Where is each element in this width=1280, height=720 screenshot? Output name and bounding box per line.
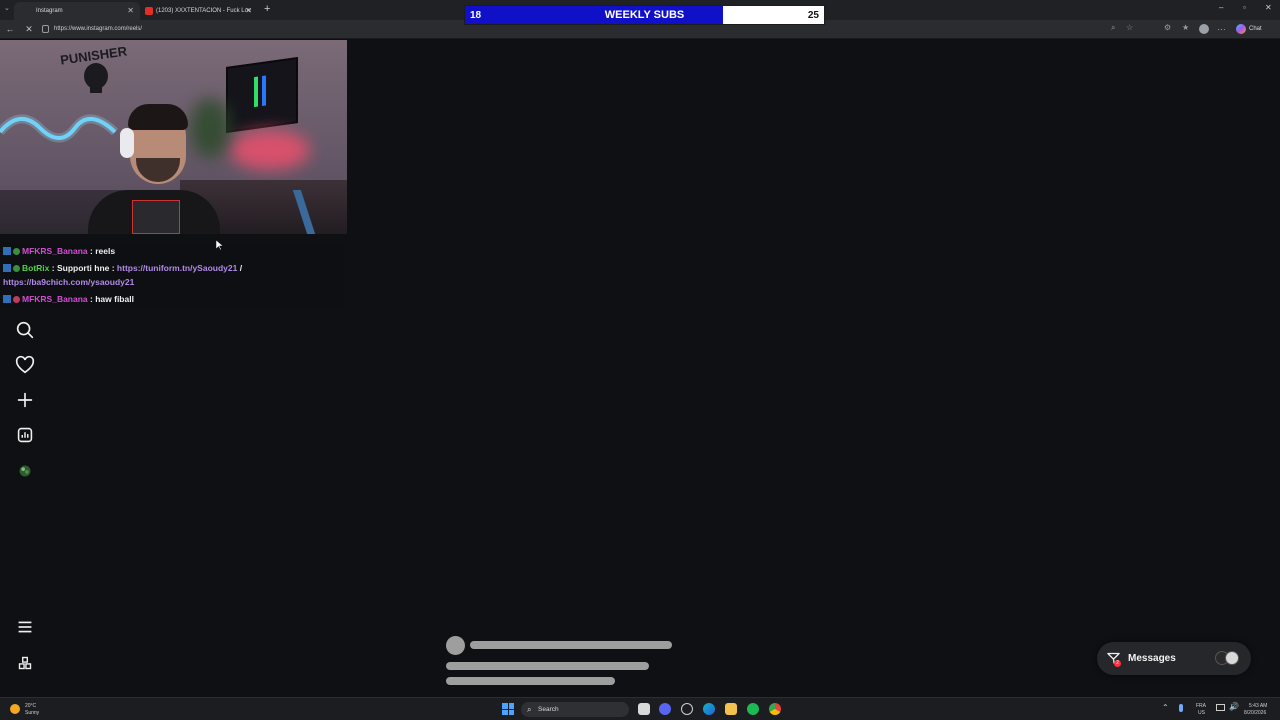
lock-icon	[42, 25, 49, 33]
favorites-icon[interactable]: ★	[1182, 23, 1189, 32]
dashboard-icon[interactable]	[14, 424, 36, 446]
chat-message-continuation: https://ba9chich.com/ysaoudy21	[3, 277, 134, 287]
chat-username: MFKRS_Banana	[22, 294, 88, 304]
spotify-icon[interactable]	[747, 703, 759, 715]
streamer-webcam: PUNISHER	[0, 40, 347, 234]
tray-chevron-icon[interactable]: ⌃	[1162, 703, 1169, 712]
messages-label: Messages	[1128, 653, 1176, 664]
prime-badge-icon	[3, 295, 11, 303]
file-explorer-icon[interactable]	[725, 703, 737, 715]
tab-instagram-title: Instagram	[36, 8, 63, 14]
skeleton-avatar	[446, 636, 465, 655]
chat-text: haw fiball	[95, 294, 134, 304]
chrome-icon[interactable]	[769, 703, 781, 715]
weather-temp: 20°C	[25, 703, 37, 709]
youtube-icon	[145, 7, 153, 15]
weekly-subs-goal-bar: 18 WEEKLY SUBS 25	[464, 5, 825, 25]
prime-badge-icon	[3, 264, 11, 272]
chat-username: BotRix	[22, 263, 50, 273]
punisher-poster: PUNISHER	[44, 43, 144, 94]
copilot-chat-label[interactable]: Chat	[1249, 20, 1262, 39]
chat-text: Supporti hne :	[56, 263, 117, 273]
clock-time[interactable]: 5:43 AM	[1249, 703, 1267, 709]
headphones	[120, 128, 134, 158]
close-icon[interactable]: ✕	[127, 2, 134, 20]
skeleton-line	[470, 641, 672, 649]
menu-icon[interactable]	[14, 616, 36, 638]
chat-slash: /	[237, 263, 243, 273]
network-icon[interactable]	[1216, 704, 1225, 711]
plant	[190, 98, 230, 158]
chat-message: MFKRS_Banana : reels	[3, 246, 115, 256]
chat-link[interactable]: https://ba9chich.com/ysaoudy21	[3, 277, 134, 287]
microphone-icon[interactable]	[1179, 704, 1183, 712]
shirt-print	[132, 200, 180, 234]
prime-badge-icon	[3, 247, 11, 255]
profile-avatar[interactable]	[14, 460, 36, 482]
chat-separator: :	[49, 263, 57, 273]
weekly-subs-label: WEEKLY SUBS	[604, 9, 685, 21]
skeleton-line	[446, 677, 615, 685]
edge-icon[interactable]	[703, 703, 715, 715]
discord-icon[interactable]	[659, 703, 671, 715]
mouse-cursor-icon	[216, 240, 223, 250]
maximize-button[interactable]: ▫	[1243, 3, 1246, 12]
red-light	[230, 130, 310, 170]
tab-youtube[interactable]: (1203) XXXTENTACION - Fuck Lov ✕	[140, 2, 258, 20]
close-icon[interactable]: ✕	[245, 2, 252, 20]
stream-chat-overlay: MFKRS_Banana : reels BotRix : Supporti h…	[0, 242, 345, 307]
messages-badge: 2	[1114, 660, 1121, 667]
windows-taskbar: 20°C Sunny ⌕ Search ⌃ FRA US 🔊 5:43 AM 8…	[0, 697, 1280, 720]
start-button[interactable]	[502, 703, 514, 715]
zoom-icon[interactable]: ⌕	[1111, 23, 1115, 33]
stop-button[interactable]: ✕	[22, 20, 36, 39]
search-icon[interactable]	[14, 319, 36, 341]
extensions-icon[interactable]: ⚙	[1164, 23, 1171, 32]
weather-sun-icon[interactable]	[10, 704, 20, 714]
more-menu-icon[interactable]: …	[1217, 22, 1226, 32]
volume-icon[interactable]: 🔊	[1229, 702, 1239, 711]
minimize-button[interactable]: –	[1219, 3, 1223, 12]
tab-youtube-title: (1203) XXXTENTACION - Fuck Lov	[156, 8, 251, 14]
chat-message: MFKRS_Banana : haw fiball	[3, 294, 134, 304]
mod-badge-icon	[13, 296, 20, 303]
chat-link[interactable]: https://tuniform.tn/ySaoudy21	[117, 263, 237, 273]
weekly-subs-target: 25	[807, 10, 819, 21]
taskbar-search-placeholder: Search	[538, 706, 559, 713]
settings-icon[interactable]	[681, 703, 693, 715]
language-bottom[interactable]: US	[1198, 710, 1205, 716]
clock-date[interactable]: 8/20/2026	[1244, 710, 1266, 716]
monitor	[226, 56, 298, 134]
chat-username: MFKRS_Banana	[22, 246, 88, 256]
bot-badge-icon	[13, 265, 20, 272]
contact-avatar	[1225, 651, 1239, 665]
profile-avatar[interactable]	[1199, 24, 1209, 34]
messages-button[interactable]: 2 Messages	[1097, 642, 1251, 675]
skeleton-line	[446, 662, 649, 670]
address-bar[interactable]: https://www.instagram.com/reels/	[54, 20, 142, 39]
chat-text: reels	[95, 246, 116, 256]
taskbar-search[interactable]: ⌕ Search	[521, 702, 629, 717]
chat-message: BotRix : Supporti hne : https://tuniform…	[3, 263, 242, 273]
tab-list-chevron-icon[interactable]: ⌄	[4, 4, 10, 12]
favorite-star-icon[interactable]: ☆	[1126, 23, 1133, 32]
new-tab-button[interactable]: +	[264, 3, 270, 15]
search-icon: ⌕	[527, 705, 532, 714]
streamer-hair	[128, 104, 188, 130]
back-button[interactable]: ←	[3, 20, 17, 39]
weather-desc: Sunny	[25, 710, 40, 716]
apps-icon[interactable]	[14, 652, 36, 674]
language-top[interactable]: FRA	[1196, 703, 1206, 709]
close-window-button[interactable]: ✕	[1265, 3, 1272, 12]
plus-icon[interactable]	[14, 389, 36, 411]
heart-icon[interactable]	[14, 354, 36, 376]
copilot-icon[interactable]	[1236, 24, 1246, 34]
mod-badge-icon	[13, 248, 20, 255]
tab-instagram[interactable]: Instagram ✕	[14, 2, 140, 20]
neon-light	[0, 114, 119, 143]
task-view-icon[interactable]	[638, 703, 650, 715]
